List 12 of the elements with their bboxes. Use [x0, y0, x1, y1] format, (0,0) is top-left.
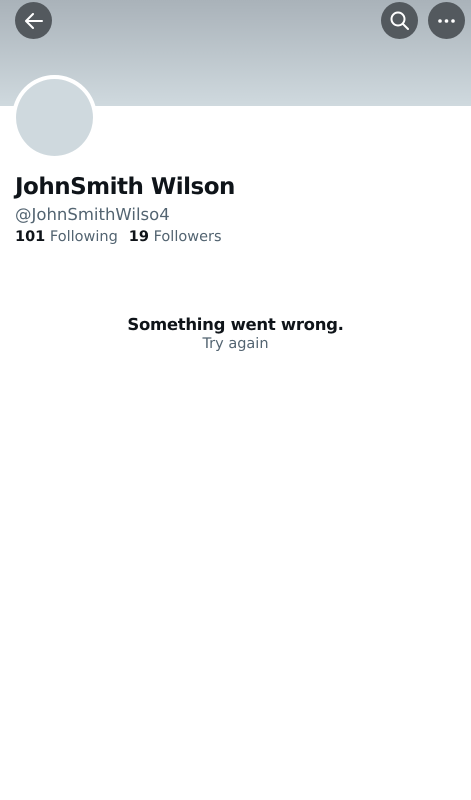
display-name: JohnSmith Wilson — [15, 173, 236, 202]
user-handle: @JohnSmithWilso4 — [15, 204, 171, 226]
back-button[interactable] — [15, 2, 52, 39]
search-icon — [390, 11, 409, 30]
stat-link[interactable]: 101 Following — [15, 229, 118, 245]
more-button[interactable] — [428, 2, 465, 39]
try-again-link[interactable]: Try again — [202, 336, 269, 352]
stat-link[interactable]: 19 Followers — [128, 229, 222, 245]
more-icon — [438, 18, 455, 22]
back-arrow-icon — [24, 12, 42, 28]
error-message: Something went wrong. — [127, 315, 344, 334]
search-button[interactable] — [381, 2, 418, 39]
